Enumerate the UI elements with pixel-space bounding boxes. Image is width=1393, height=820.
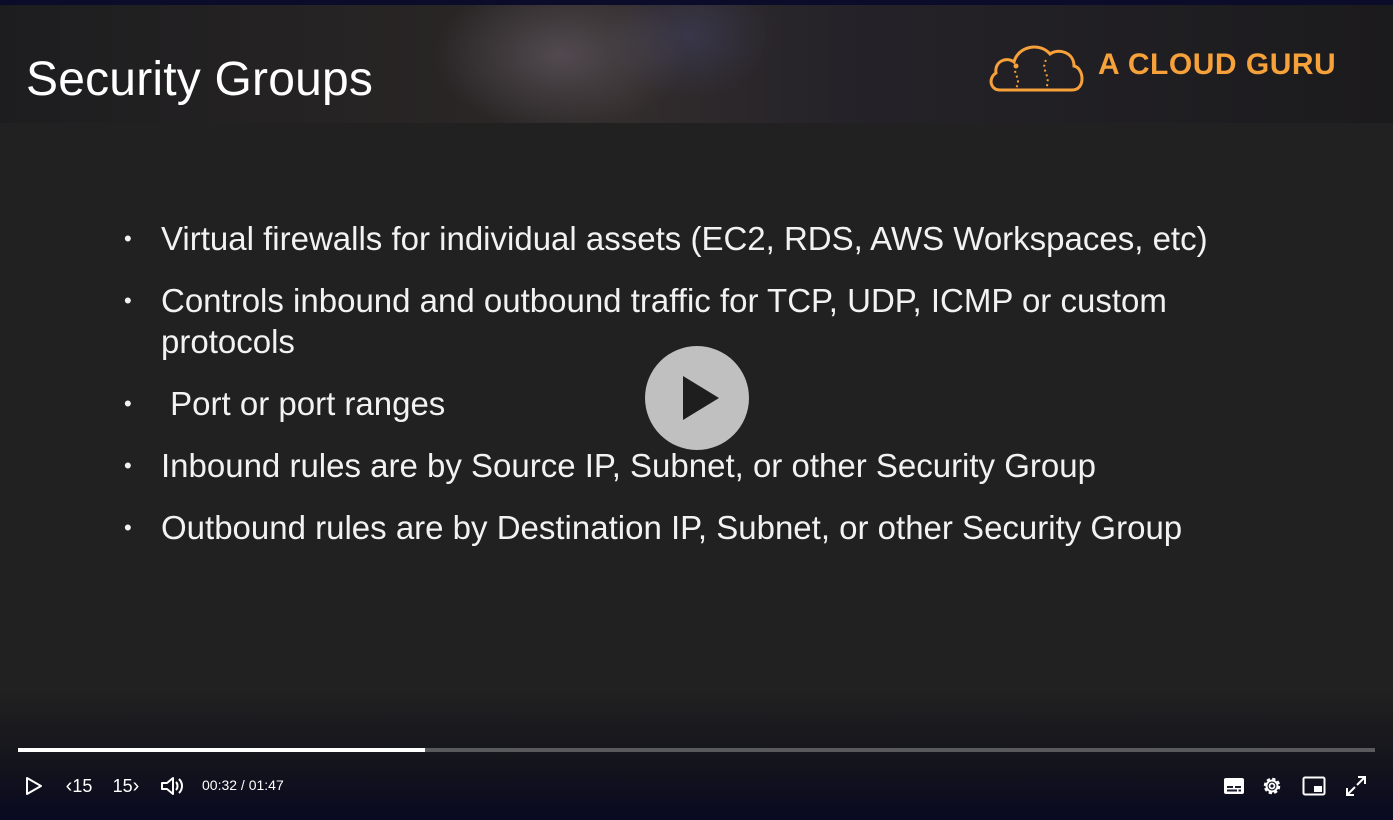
rewind-15-button[interactable]: ‹ 15 [60, 766, 98, 806]
volume-button[interactable] [158, 766, 188, 806]
current-time: 00:32 [202, 777, 238, 793]
slide-title: Security Groups [26, 53, 374, 106]
settings-button[interactable] [1258, 766, 1286, 806]
forward-15-icon: › [132, 774, 140, 797]
time-display: 00:32 / 01:47 [202, 777, 284, 793]
fullscreen-icon [1346, 776, 1366, 796]
bullet-dot: • [124, 515, 132, 540]
fullscreen-button[interactable] [1342, 766, 1370, 806]
forward-label: 15 [112, 775, 133, 796]
forward-15-button[interactable]: 15 › [108, 766, 144, 806]
bullet-item: • Inbound rules are by Source IP, Subnet,… [124, 445, 1284, 486]
settings-icon [1263, 777, 1281, 795]
bullet-dot: • [124, 391, 132, 416]
bullet-item: • Virtual firewalls for individual assets… [124, 218, 1284, 259]
play-icon [26, 777, 42, 795]
play-button[interactable] [20, 766, 48, 806]
play-icon [683, 376, 719, 420]
bullet-text: Outbound rules are by Destination IP, Su… [161, 509, 1183, 546]
bullet-dot: • [124, 226, 132, 251]
bullet-text: Port or port ranges [161, 385, 446, 422]
bullet-text: Controls inbound and outbound traffic fo… [161, 282, 1167, 360]
bullet-text: Virtual firewalls for individual assets … [161, 220, 1208, 257]
rewind-label: 15 [72, 775, 93, 796]
bullet-text: Inbound rules are by Source IP, Subnet, … [161, 447, 1096, 484]
bullet-dot: • [124, 288, 132, 313]
bullet-dot: • [124, 453, 132, 478]
picture-in-picture-button[interactable] [1300, 766, 1328, 806]
volume-icon [161, 777, 183, 795]
progress-fill [18, 748, 426, 752]
brand-logo: A CLOUD GURU [986, 36, 1336, 94]
duration: 01:47 [248, 777, 284, 793]
video-player[interactable]: Security Groups A CLOUD GURU • Virtual fi… [0, 0, 1393, 820]
captions-icon [1224, 778, 1244, 794]
cloud-logo-icon [989, 45, 1084, 92]
rewind-15-icon: ‹ [65, 774, 73, 797]
big-play-button[interactable] [645, 346, 749, 450]
bullet-item: • Outbound rules are by Destination IP, S… [124, 507, 1284, 548]
picture-in-picture-icon [1302, 776, 1326, 796]
time-separator: / [237, 777, 249, 793]
control-bar: ‹ 15 15 › 00:32 / 01:47 [0, 766, 1393, 806]
progress-bar[interactable] [18, 748, 1375, 752]
brand-name: A CLOUD GURU [1098, 48, 1337, 81]
captions-button[interactable] [1220, 766, 1248, 806]
